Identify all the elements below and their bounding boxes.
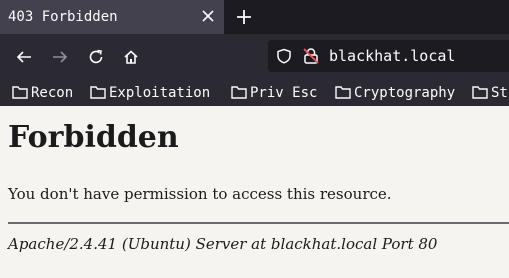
bookmark-label: Cryptography <box>354 85 456 101</box>
tab-bar: 403 Forbidden <box>0 0 509 34</box>
url-text: blackhat.local <box>329 47 456 65</box>
bookmark-label: Recon <box>31 85 74 101</box>
tab-active[interactable]: 403 Forbidden <box>0 0 224 34</box>
bookmark-label: Exploitation <box>109 85 211 101</box>
page-title: Forbidden <box>8 120 179 155</box>
bookmark-folder-priv-esc[interactable]: Priv Esc <box>231 84 317 102</box>
arrow-right-icon[interactable] <box>50 47 70 67</box>
arrow-left-icon[interactable] <box>14 47 34 67</box>
bookmark-label: Priv Esc <box>250 85 318 101</box>
close-icon[interactable] <box>200 8 216 24</box>
bookmark-folder-cryptography[interactable]: Cryptography <box>335 84 455 102</box>
bookmark-folder-st[interactable]: St <box>472 84 508 102</box>
bookmark-folder-exploitation[interactable]: Exploitation <box>90 84 210 102</box>
navigation-toolbar: blackhat.local <box>0 34 509 80</box>
server-signature: Apache/2.4.41 (Ubuntu) Server at blackha… <box>8 235 438 253</box>
reload-icon[interactable] <box>86 47 106 67</box>
folder-icon <box>472 84 488 103</box>
error-message: You don't have permission to access this… <box>8 185 392 203</box>
divider <box>8 222 509 224</box>
home-icon[interactable] <box>121 47 141 67</box>
plus-icon[interactable] <box>234 7 254 27</box>
folder-icon <box>90 84 106 103</box>
shield-icon[interactable] <box>276 48 292 68</box>
tab-title: 403 Forbidden <box>8 9 118 25</box>
bookmark-label: St <box>491 85 508 101</box>
folder-icon <box>335 84 351 103</box>
insecure-lock-icon[interactable] <box>302 47 320 69</box>
browser-chrome: 403 Forbidden blackhat.local Recon Explo… <box>0 0 509 106</box>
bookmarks-toolbar: Recon Exploitation Priv Esc Cryptography… <box>0 80 509 106</box>
folder-icon <box>12 84 28 103</box>
bookmark-folder-recon[interactable]: Recon <box>12 84 73 102</box>
url-bar[interactable]: blackhat.local <box>268 40 509 72</box>
folder-icon <box>231 84 247 103</box>
